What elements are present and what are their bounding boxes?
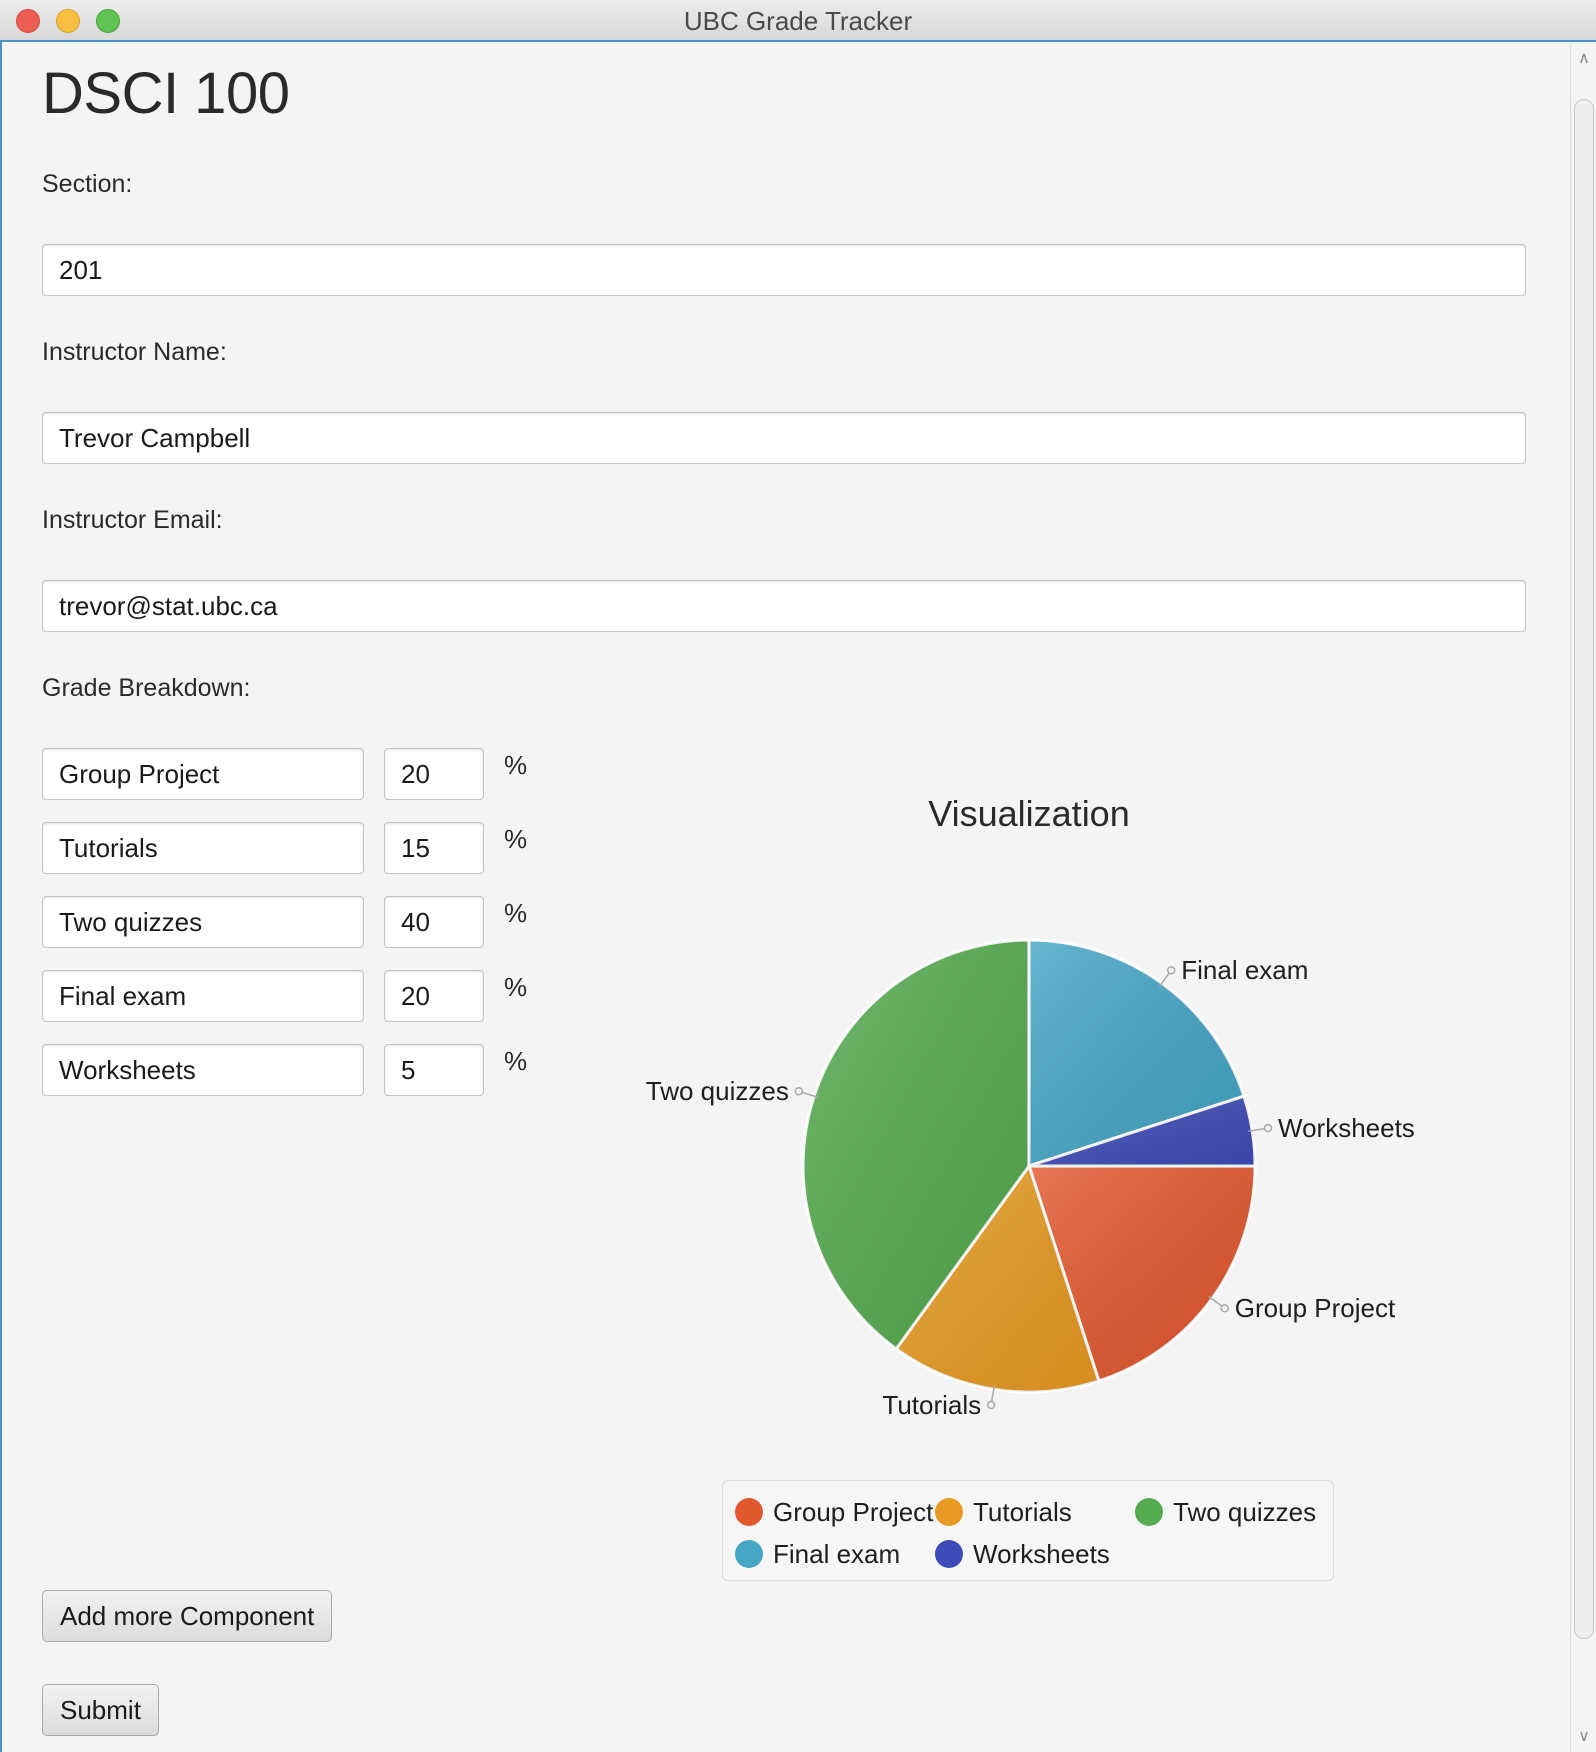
component-name-input[interactable]: Two quizzes: [42, 896, 364, 948]
instructor-email-label: Instructor Email:: [42, 506, 223, 534]
label-leader-dot: [1220, 1303, 1230, 1313]
submit-button[interactable]: Submit: [42, 1684, 159, 1736]
pie-slices: [801, 938, 1257, 1394]
pie-label-worksheets: Worksheets: [1278, 1113, 1415, 1143]
grade-breakdown-label: Grade Breakdown:: [42, 674, 251, 702]
section-label: Section:: [42, 170, 133, 198]
legend-label: Two quizzes: [1173, 1497, 1317, 1527]
legend-swatch-icon: [735, 1498, 763, 1526]
legend-label: Worksheets: [973, 1539, 1110, 1569]
percent-sign: %: [504, 972, 528, 1002]
legend-swatch-icon: [735, 1540, 763, 1568]
instructor-name-label: Instructor Name:: [42, 338, 227, 366]
chart-legend: Group Project Tutorials Two quizzes Final e…: [722, 1480, 1334, 1581]
instructor-email-input[interactable]: trevor@stat.ubc.ca: [42, 580, 1526, 632]
vertical-scrollbar[interactable]: ∧ ∨: [1570, 44, 1596, 1752]
legend-label: Tutorials: [973, 1497, 1072, 1527]
pie-label-group-project: Group Project: [1235, 1293, 1396, 1323]
window-title: UBC Grade Tracker: [683, 6, 913, 36]
component-name-input[interactable]: Group Project: [42, 748, 364, 800]
component-name-input[interactable]: Tutorials: [42, 822, 364, 874]
app-window: UBC Grade Tracker DSCI 100 Section: 201 …: [0, 0, 1596, 1752]
label-leader-dot: [1263, 1123, 1273, 1133]
scrollbar-thumb[interactable]: [1574, 99, 1594, 1639]
component-percent-input[interactable]: 20: [384, 748, 484, 800]
legend-swatch-icon: [1135, 1498, 1163, 1526]
course-title: DSCI 100: [42, 61, 290, 126]
pie-label-tutorials: Tutorials: [882, 1390, 981, 1420]
legend-swatch-icon: [935, 1540, 963, 1568]
pie-chart-canvas: Visualization Group Project Tutorials Two …: [646, 793, 1415, 1420]
component-name-input[interactable]: Worksheets: [42, 1044, 364, 1096]
percent-sign: %: [504, 1046, 528, 1076]
percent-sign: %: [504, 750, 528, 780]
component-percent-input[interactable]: 20: [384, 970, 484, 1022]
title-bar: UBC Grade Tracker: [0, 0, 1596, 42]
legend-swatch-icon: [935, 1498, 963, 1526]
scroll-down-arrow-icon[interactable]: ∨: [1571, 1722, 1596, 1752]
pie-label-final-exam: Final exam: [1181, 955, 1308, 985]
scroll-up-arrow-icon[interactable]: ∧: [1571, 44, 1596, 74]
percent-sign: %: [504, 898, 528, 928]
legend-label: Group Project: [773, 1497, 934, 1527]
pie-chart: Visualization Group Project Tutorials Two …: [562, 744, 1522, 1604]
component-percent-input[interactable]: 40: [384, 896, 484, 948]
label-leader-dot: [986, 1400, 996, 1410]
pie-label-two-quizzes: Two quizzes: [646, 1076, 789, 1106]
instructor-name-input[interactable]: Trevor Campbell: [42, 412, 1526, 464]
add-component-button[interactable]: Add more Component: [42, 1590, 333, 1642]
component-percent-input[interactable]: 15: [384, 822, 484, 874]
legend-label: Final exam: [773, 1539, 901, 1569]
course-form: DSCI 100 Section: 201 Instructor Name: T…: [2, 44, 1570, 1752]
percent-sign: %: [504, 824, 528, 854]
chart-title: Visualization: [928, 793, 1129, 834]
component-percent-input[interactable]: 5: [384, 1044, 484, 1096]
label-leader-dot: [1166, 965, 1176, 975]
label-leader-dot: [794, 1086, 804, 1096]
component-name-input[interactable]: Final exam: [42, 970, 364, 1022]
section-input[interactable]: 201: [42, 244, 1526, 296]
